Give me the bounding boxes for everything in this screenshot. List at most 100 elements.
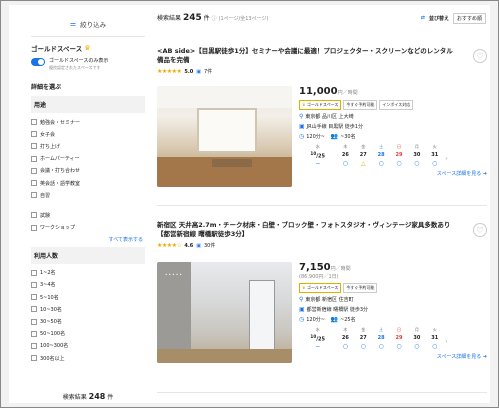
checkbox[interactable] xyxy=(31,167,37,174)
space-details-label: スペース詳細を見る xyxy=(436,353,482,360)
availability-mark[interactable]: ○ xyxy=(408,343,426,351)
date-cell[interactable]: 27 xyxy=(354,334,372,343)
purpose-label: 勉強会・セミナー xyxy=(40,119,81,126)
listing-photo[interactable]: • • • • • xyxy=(157,262,292,363)
chevron-right-icon[interactable]: › xyxy=(444,334,449,351)
purpose-checkbox-row[interactable]: 自習 xyxy=(31,189,145,201)
checkbox[interactable] xyxy=(31,192,37,199)
purpose-checkbox-row[interactable] xyxy=(31,201,145,209)
availability-mark[interactable]: − xyxy=(299,343,336,351)
favorite-heart-icon[interactable]: ♡ xyxy=(473,49,487,63)
checkbox[interactable] xyxy=(31,131,37,138)
show-all-link[interactable]: すべて表示する xyxy=(31,234,145,247)
capacity-row: ◷ 120分~ 👥 ~30名 xyxy=(299,133,487,140)
availability-mark[interactable]: ○ xyxy=(408,160,426,168)
favorite-heart-icon[interactable]: ♡ xyxy=(473,223,487,237)
listing-card[interactable]: ♡ <AB side>【目黒駅徒歩1分】セミナーや会議に最適！プロジェクター・ス… xyxy=(157,39,487,206)
people-checkbox-row[interactable]: 100~300名 xyxy=(31,340,145,352)
people-checkbox-row[interactable]: 3~4名 xyxy=(31,279,145,291)
people-checkbox-row[interactable]: 5~10名 xyxy=(31,291,145,303)
info-icon[interactable]: ⓘ xyxy=(212,16,217,22)
date-cell[interactable]: 29 xyxy=(390,151,408,160)
result-number: 245 xyxy=(182,13,202,23)
purpose-checkbox-row[interactable]: 女子会 xyxy=(31,128,145,140)
checkbox[interactable] xyxy=(31,342,37,349)
availability-mark[interactable]: ○ xyxy=(354,343,372,351)
result-suffix: 件 xyxy=(107,394,114,401)
checkbox[interactable] xyxy=(31,281,37,288)
checkbox[interactable] xyxy=(31,355,37,362)
star-rating-icon: ★★★★☆ xyxy=(157,242,182,249)
people-checkbox-row[interactable]: 50~100名 xyxy=(31,328,145,340)
listing-title[interactable]: <AB side>【目黒駅徒歩1分】セミナーや会議に最適！プロジェクター・スクリ… xyxy=(157,47,457,65)
availability-mark[interactable]: ○ xyxy=(372,160,390,168)
people-checkbox-row[interactable]: 30~50名 xyxy=(31,315,145,327)
date-cell[interactable]: 30 xyxy=(408,151,426,160)
screenshot-frame: ⚌ 絞り込み ゴールドスペース ♛ ゴールドスペースのみ表示 優良認定されたスペ… xyxy=(0,0,499,408)
purpose-checkbox-row[interactable]: 勉強会・セミナー xyxy=(31,116,145,128)
purpose-label: 試験 xyxy=(40,212,51,219)
availability-mark[interactable]: ○ xyxy=(426,343,444,351)
purpose-checkbox-row[interactable]: 英会話・語学教室 xyxy=(31,177,145,189)
checkbox[interactable] xyxy=(31,224,37,231)
checkbox[interactable] xyxy=(31,269,37,276)
date-cell[interactable]: 27 xyxy=(354,151,372,160)
sort-select[interactable]: おすすめ順 xyxy=(452,12,486,24)
availability-mark[interactable]: ○ xyxy=(426,160,444,168)
date-label: 25 xyxy=(318,336,326,343)
gold-only-toggle-row: ゴールドスペースのみ表示 優良認定されたスペースです xyxy=(31,57,145,71)
sort-label[interactable]: 並び替え xyxy=(429,15,449,22)
review-count[interactable]: 7件 xyxy=(204,68,212,75)
date-cell[interactable]: 31 xyxy=(426,334,444,343)
purpose-checkbox-row[interactable]: 打ち上げ xyxy=(31,140,145,152)
filter-button[interactable]: ⚌ 絞り込み xyxy=(31,11,145,37)
availability-mark[interactable]: ○ xyxy=(372,343,390,351)
date-cell[interactable]: 10/25 xyxy=(299,151,336,160)
people-checkbox-row[interactable]: 1~2名 xyxy=(31,267,145,279)
availability-mark[interactable]: △ xyxy=(354,160,372,168)
availability-mark[interactable]: − xyxy=(299,160,336,168)
availability-mark[interactable]: ○ xyxy=(390,160,408,168)
checkbox[interactable] xyxy=(31,119,37,126)
purpose-checkbox-row[interactable]: ホームパーティー xyxy=(31,153,145,165)
availability-mark[interactable]: ○ xyxy=(336,343,354,351)
checkbox[interactable] xyxy=(31,212,37,219)
purpose-checkbox-row[interactable]: 試験 xyxy=(31,209,145,221)
sort-icon: ⇄ xyxy=(420,15,425,21)
date-cell[interactable]: 26 xyxy=(336,334,354,343)
date-cell[interactable]: 28 xyxy=(372,334,390,343)
listing-card[interactable]: ♡ 新宿区 天井高2.7m・チーク材床・白壁・ブロック壁・フォトスタジオ・ヴィン… xyxy=(157,215,487,393)
train-icon: ▣ xyxy=(299,123,305,130)
checkbox[interactable] xyxy=(31,330,37,337)
checkbox[interactable] xyxy=(31,318,37,325)
location-pin-icon: ⚲ xyxy=(299,113,304,120)
listing-photo[interactable] xyxy=(157,86,292,187)
date-cell[interactable]: 29 xyxy=(390,334,408,343)
date-cell[interactable]: 31 xyxy=(426,151,444,160)
minimum-time: 120分~ xyxy=(306,317,325,323)
listing-title[interactable]: 新宿区 天井高2.7m・チーク材床・白壁・ブロック壁・フォトスタジオ・ヴィンテー… xyxy=(157,221,457,239)
checkbox[interactable] xyxy=(31,180,37,187)
purpose-checkbox-row[interactable]: 会議・打ち合わせ xyxy=(31,165,145,177)
sidebar-result-count[interactable]: 検索結果 248 件 xyxy=(31,392,145,403)
date-cell[interactable]: 28 xyxy=(372,151,390,160)
space-details-link[interactable]: スペース詳細を見る ➜ xyxy=(299,353,487,360)
availability-mark[interactable]: ○ xyxy=(390,343,408,351)
people-checkbox-row[interactable]: 300名以上 xyxy=(31,352,145,364)
chevron-right-icon[interactable]: › xyxy=(444,151,449,168)
people-checkbox-row[interactable]: 10~30名 xyxy=(31,303,145,315)
date-cell[interactable]: 30 xyxy=(408,334,426,343)
gold-only-toggle[interactable] xyxy=(31,58,45,66)
checkbox[interactable] xyxy=(31,155,37,162)
space-details-link[interactable]: スペース詳細を見る ➜ xyxy=(299,170,487,177)
rating-value: 4.6 xyxy=(184,242,194,249)
date-cell[interactable]: 10/25 xyxy=(299,334,336,343)
review-count[interactable]: 30件 xyxy=(204,242,215,249)
purpose-checkbox-row[interactable]: ワークショップ xyxy=(31,222,145,234)
checkbox[interactable] xyxy=(31,294,37,301)
feature-tag: 今すぐ予約可能 xyxy=(343,283,378,293)
availability-mark[interactable]: ○ xyxy=(336,160,354,168)
checkbox[interactable] xyxy=(31,143,37,150)
checkbox[interactable] xyxy=(31,306,37,313)
date-cell[interactable]: 26 xyxy=(336,151,354,160)
